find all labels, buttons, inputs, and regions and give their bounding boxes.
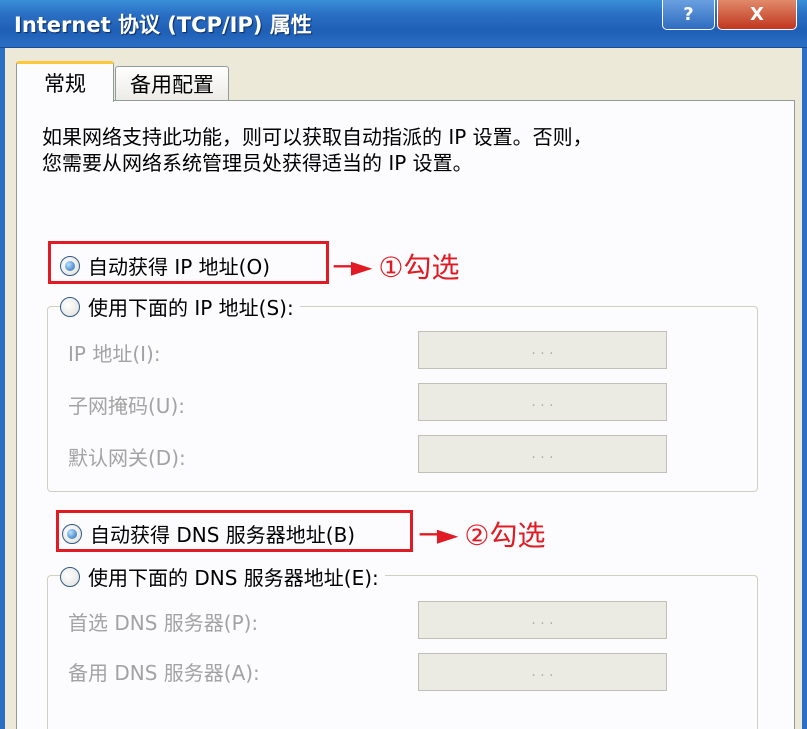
manual-ip-label: 使用下面的 IP 地址(S): [88, 296, 294, 320]
alternate-dns-label: 备用 DNS 服务器(A): [68, 661, 260, 685]
ip-dots: . . . [531, 612, 554, 628]
tab-label: 备用配置 [130, 72, 214, 97]
title-bar[interactable]: Internet 协议 (TCP/IP) 属性 ? X [0, 0, 807, 48]
highlight-box-2 [56, 510, 413, 552]
preferred-dns-label: 首选 DNS 服务器(P): [68, 611, 259, 635]
window-border-right [802, 48, 807, 729]
annotation-text: ①勾选 [378, 251, 460, 284]
subnet-mask-input[interactable]: . . . [418, 383, 667, 421]
ip-dots: . . . [531, 394, 554, 410]
close-button[interactable]: X [717, 0, 797, 30]
alternate-dns-input[interactable]: . . . [418, 653, 667, 691]
ip-address-label: IP 地址(I): [68, 342, 161, 366]
ip-dots: . . . [531, 342, 554, 358]
tab-alternate-config[interactable]: 备用配置 [115, 66, 229, 100]
arrow-right-icon: ─► [420, 517, 459, 551]
help-icon: ? [683, 4, 694, 25]
annotation-1: ─► ①勾选 [334, 246, 460, 286]
arrow-right-icon: ─► [334, 249, 373, 283]
preferred-dns-input[interactable]: . . . [418, 601, 667, 639]
default-gateway-input[interactable]: . . . [418, 435, 667, 473]
ip-dots: . . . [531, 446, 554, 462]
description-text: 如果网络支持此功能，则可以获取自动指派的 IP 设置。否则， 您需要从网络系统管… [42, 125, 593, 175]
manual-ip-radio[interactable]: 使用下面的 IP 地址(S): [60, 292, 300, 321]
dns-group-box [47, 575, 758, 729]
ip-dots: . . . [531, 664, 554, 680]
ip-address-input[interactable]: . . . [418, 331, 667, 369]
highlight-box-1 [48, 241, 329, 284]
help-button[interactable]: ? [662, 0, 715, 30]
manual-dns-radio[interactable]: 使用下面的 DNS 服务器地址(E): [60, 562, 385, 591]
subnet-mask-label: 子网掩码(U): [68, 394, 185, 418]
annotation-2: ─► ②勾选 [420, 514, 546, 554]
radio-unselected-icon [60, 296, 80, 317]
close-icon: X [750, 4, 764, 25]
window-border-left [0, 48, 5, 729]
manual-dns-label: 使用下面的 DNS 服务器地址(E): [88, 566, 379, 590]
default-gateway-label: 默认网关(D): [68, 446, 186, 470]
window-title: Internet 协议 (TCP/IP) 属性 [14, 13, 312, 37]
tab-label: 常规 [44, 72, 86, 96]
annotation-text: ②勾选 [464, 519, 546, 552]
radio-unselected-icon [60, 566, 80, 587]
tab-general[interactable]: 常规 [16, 61, 114, 102]
